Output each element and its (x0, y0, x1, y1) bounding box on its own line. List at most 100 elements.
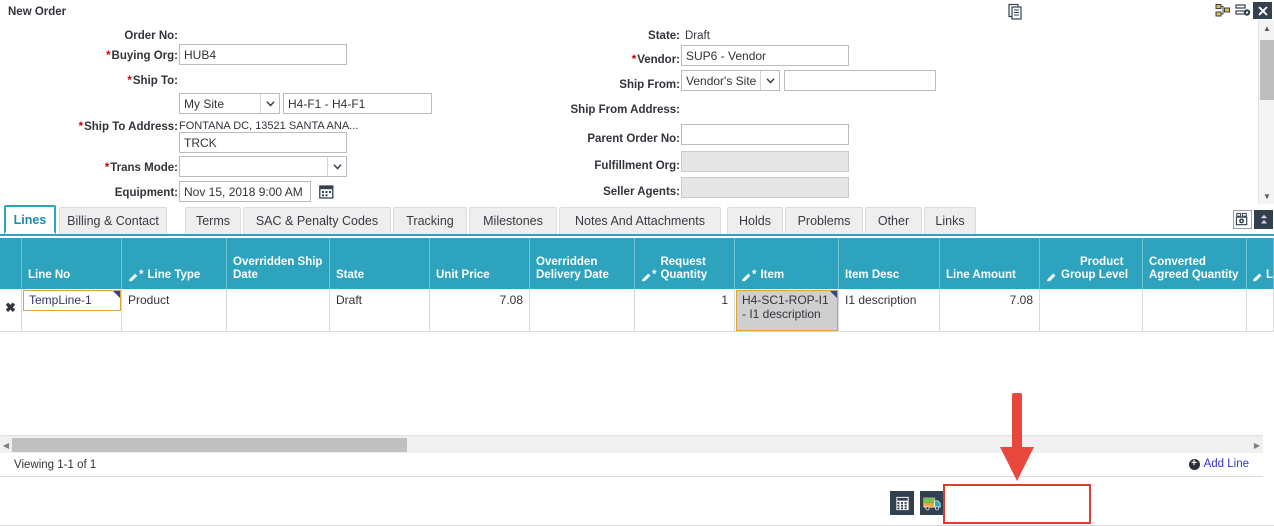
trans-mode-input[interactable] (179, 132, 347, 153)
expand-collapse-icon[interactable] (1254, 210, 1273, 229)
cell-line-type[interactable]: Product (122, 289, 227, 332)
action-icon-group (890, 491, 944, 515)
required-marker: * (104, 162, 110, 174)
tab-holds[interactable]: Holds (727, 207, 783, 234)
close-icon[interactable]: ✖ (5, 301, 16, 315)
required-marker: * (127, 75, 132, 87)
edit-pencil-icon (741, 272, 752, 283)
order-entry-window: New Order Order No: *Buying Org: HUB4 *S… (0, 0, 1274, 526)
tab-problems[interactable]: Problems (785, 207, 863, 234)
cell-overridden-ship-date[interactable] (227, 289, 330, 332)
tab-lines[interactable]: Lines (4, 205, 56, 234)
scrollbar-thumb[interactable] (12, 438, 407, 452)
grid-col-state[interactable]: State (330, 238, 430, 289)
close-icon[interactable] (1253, 2, 1272, 19)
plus-circle-icon: + (1188, 458, 1200, 470)
tab-tracking[interactable]: Tracking (393, 207, 467, 234)
grid-col-converted-agreed-quantity[interactable]: Converted Agreed Quantity (1143, 238, 1247, 289)
grid-header-row: Line No * Line Type Overridden Ship Date… (0, 238, 1274, 289)
arrow-annotation (997, 393, 1037, 486)
order-header-form: Order No: *Buying Org: *Ship To: My Site… (0, 20, 1248, 224)
cell-request-quantity[interactable]: 1 (635, 289, 735, 332)
equipment-select[interactable] (179, 156, 347, 177)
form-vertical-scrollbar[interactable]: ▲ ▼ (1258, 20, 1274, 204)
calculator-icon[interactable] (890, 491, 914, 515)
request-delivery-date-input[interactable] (179, 181, 311, 202)
cell-last[interactable] (1247, 289, 1274, 332)
tab-notes-and-attachments[interactable]: Notes And Attachments (559, 207, 721, 234)
cell-state[interactable]: Draft (330, 289, 430, 332)
row-delete-cell[interactable]: ✖ (0, 289, 22, 332)
cell-product-group-level[interactable] (1040, 289, 1143, 332)
scroll-up-icon[interactable]: ▲ (1259, 20, 1274, 36)
field-ship-from-address-label: Ship From Address: (570, 104, 680, 116)
line-no-editor[interactable]: TempLine-1 (23, 290, 121, 311)
tab-other[interactable]: Other (865, 207, 922, 234)
scrollbar-thumb[interactable] (1260, 40, 1274, 100)
grid-col-overridden-ship-date[interactable]: Overridden Ship Date (227, 238, 330, 289)
field-fulfillment-org-label: Fulfillment Org: (594, 160, 680, 172)
window-controls (1213, 2, 1272, 19)
edit-pencil-icon (1046, 272, 1057, 283)
grid-col-line-type[interactable]: * Line Type (122, 238, 227, 289)
grid-col-product-group-level[interactable]: Product Group Level (1040, 238, 1143, 289)
field-order-no-label: Order No: (124, 30, 178, 42)
grid-horizontal-scrollbar[interactable]: ◀ ▶ (0, 435, 1263, 453)
edit-pencil-icon (641, 272, 652, 283)
ship-from-type-select[interactable]: Vendor's Site (681, 70, 780, 91)
tab-sac-penalty-codes[interactable]: SAC & Penalty Codes (243, 207, 391, 234)
chevron-down-icon[interactable] (327, 157, 346, 176)
lines-grid: Line No * Line Type Overridden Ship Date… (0, 238, 1274, 440)
window-settings-icon[interactable] (1233, 2, 1252, 19)
tab-milestones[interactable]: Milestones (469, 207, 557, 234)
field-state-label: State: (648, 30, 680, 42)
cell-line-no[interactable]: TempLine-1 (22, 289, 122, 332)
item-editor[interactable]: H4-SC1-ROP-I1 - I1 description (736, 290, 838, 331)
chevron-down-icon[interactable] (760, 71, 779, 90)
chevron-down-icon[interactable] (260, 94, 279, 113)
cell-unit-price[interactable]: 7.08 (430, 289, 530, 332)
field-state-value: Draft (685, 30, 710, 42)
scroll-right-icon[interactable]: ▶ (1251, 436, 1263, 454)
grid-settings-icon[interactable] (1233, 210, 1252, 229)
ship-to-input[interactable] (283, 93, 432, 114)
tab-links[interactable]: Links (924, 207, 976, 234)
parent-order-no-input[interactable] (681, 124, 849, 145)
fulfillment-org-input[interactable] (681, 151, 849, 172)
grid-col-request-quantity[interactable]: * Request Quantity (635, 238, 735, 289)
scroll-left-icon[interactable]: ◀ (0, 436, 12, 454)
cell-corner-marker (113, 291, 120, 298)
cell-converted-agreed-quantity[interactable] (1143, 289, 1247, 332)
grid-col-line-amount[interactable]: Line Amount (940, 238, 1040, 289)
field-buying-org-label: *Buying Org: (106, 50, 178, 62)
tab-terms[interactable]: Terms (185, 207, 241, 234)
field-vendor-label: *Vendor: (631, 54, 680, 66)
grid-col-unit-price[interactable]: Unit Price (430, 238, 530, 289)
buying-org-input[interactable] (179, 44, 347, 65)
cell-item-desc[interactable]: I1 description (839, 289, 940, 332)
grid-col-line-no[interactable]: Line No (22, 238, 122, 289)
cell-line-amount[interactable]: 7.08 (940, 289, 1040, 332)
calendar-icon[interactable] (319, 184, 334, 199)
tab-billing-contact[interactable]: Billing & Contact (59, 207, 167, 234)
cell-overridden-delivery-date[interactable] (530, 289, 635, 332)
field-equipment-label: Equipment: (114, 187, 178, 199)
restore-window-icon[interactable] (1213, 2, 1232, 19)
vendor-input[interactable] (681, 45, 849, 66)
copy-icon[interactable] (1007, 3, 1025, 21)
field-ship-from-label: Ship From: (619, 79, 680, 91)
table-row[interactable]: ✖ TempLine-1 Product Draft 7.08 1 H4-SC1… (0, 289, 1274, 332)
grid-col-last[interactable]: L (1247, 238, 1274, 289)
truck-load-icon[interactable] (920, 491, 944, 515)
cell-item[interactable]: H4-SC1-ROP-I1 - I1 description (735, 289, 839, 332)
grid-col-overridden-delivery-date[interactable]: Overridden Delivery Date (530, 238, 635, 289)
ship-from-input[interactable] (784, 70, 936, 91)
required-marker: * (78, 121, 84, 133)
ship-to-type-select[interactable]: My Site (179, 93, 280, 114)
add-line-button[interactable]: + Add Line (1188, 458, 1249, 470)
seller-agents-input[interactable] (681, 177, 849, 198)
scroll-down-icon[interactable]: ▼ (1259, 188, 1274, 204)
grid-col-item[interactable]: * Item (735, 238, 839, 289)
field-ship-to-label: *Ship To: (127, 75, 178, 87)
grid-col-item-desc[interactable]: Item Desc (839, 238, 940, 289)
